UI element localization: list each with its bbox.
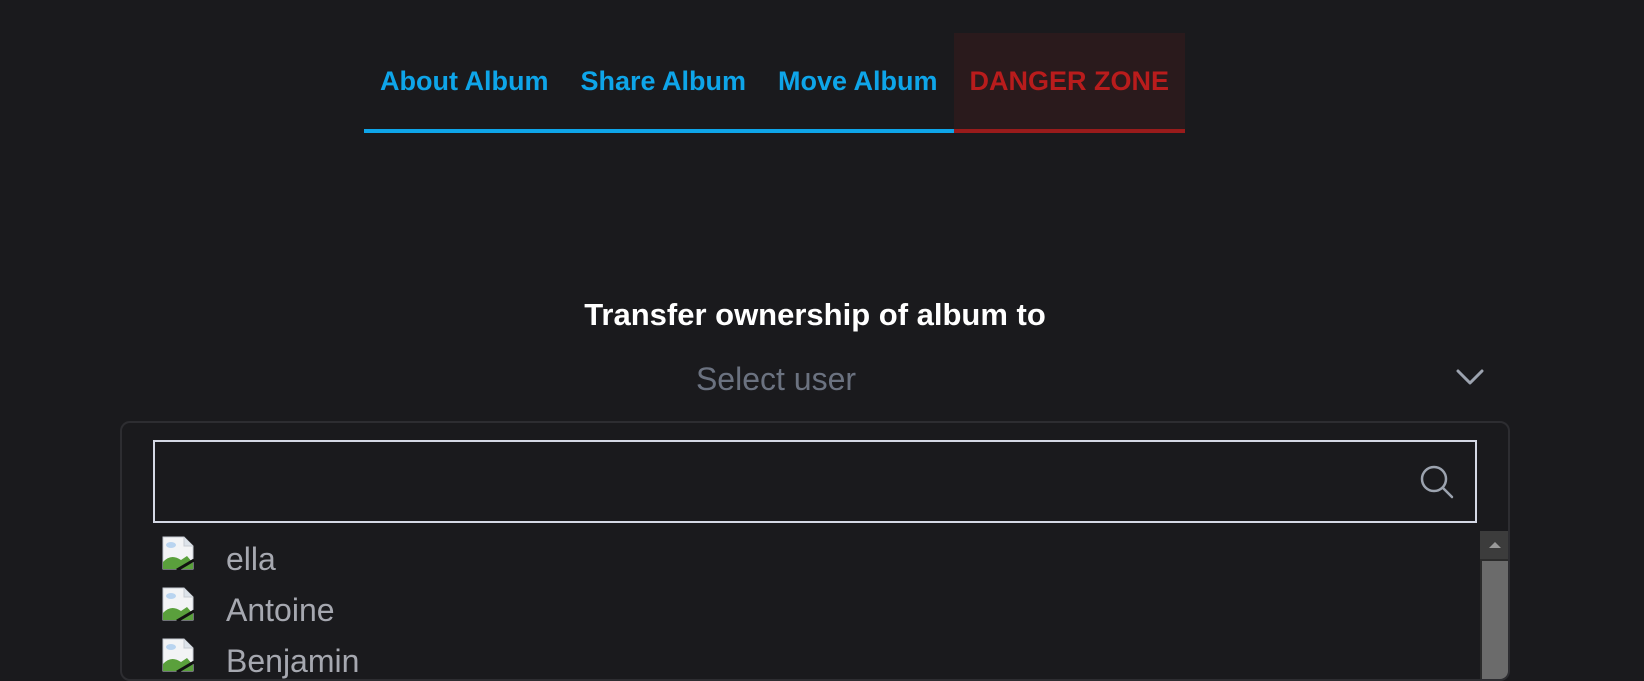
search-icon [1420,465,1454,499]
broken-image-icon [162,638,195,672]
user-option-antoine[interactable]: Antoine [122,584,1482,635]
user-option-benjamin[interactable]: Benjamin [122,635,1482,679]
user-search-input[interactable] [155,442,1415,521]
tab-share-album[interactable]: Share Album [564,33,763,133]
user-dropdown: ella Antoine Benjamin [120,421,1510,681]
user-option-ella[interactable]: ella [122,533,1482,584]
arrow-up-icon [1489,542,1501,548]
scrollbar-thumb[interactable] [1482,561,1508,679]
select-placeholder: Select user [695,361,857,397]
scroll-up-button[interactable] [1480,531,1508,559]
tab-move-album[interactable]: Move Album [762,33,954,133]
options-scrollbar[interactable] [1480,531,1508,679]
broken-image-icon [162,587,195,621]
user-name: Benjamin [226,643,360,679]
user-options-list: ella Antoine Benjamin [122,533,1482,679]
tab-about-album[interactable]: About Album [364,33,565,133]
transfer-ownership-title: Transfer ownership of album to [584,297,1046,332]
chevron-down-icon [1456,369,1484,385]
album-tabs: About Album Share Album Move Album DANGE… [364,33,1186,133]
user-name: Antoine [226,592,335,628]
user-select[interactable]: Select user [121,355,1509,405]
tab-danger-zone[interactable]: DANGER ZONE [953,33,1186,133]
broken-image-icon [162,536,195,570]
user-name: ella [226,541,276,577]
search-box [153,440,1477,523]
